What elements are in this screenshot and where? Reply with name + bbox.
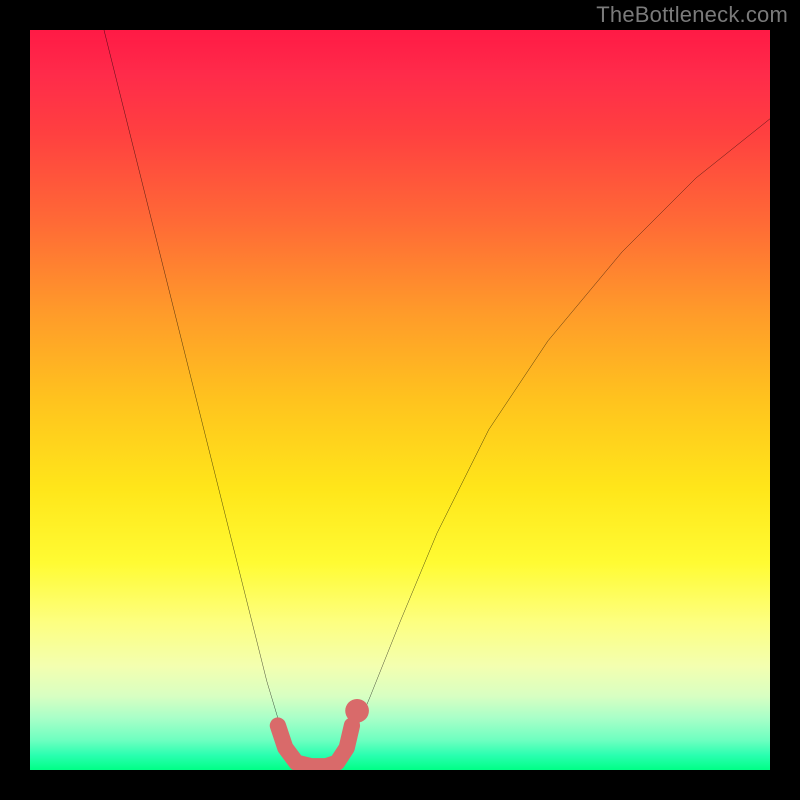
- outer-frame: TheBottleneck.com: [0, 0, 800, 800]
- curve-right-branch: [341, 119, 770, 763]
- chart-svg: [30, 30, 770, 770]
- accent-bead-right: [345, 699, 369, 723]
- curve-group: [104, 30, 770, 763]
- watermark-text: TheBottleneck.com: [596, 2, 788, 28]
- plot-area: [30, 30, 770, 770]
- curve-left-branch: [104, 30, 296, 763]
- accent-path: [278, 726, 352, 767]
- accent-group: [278, 699, 369, 766]
